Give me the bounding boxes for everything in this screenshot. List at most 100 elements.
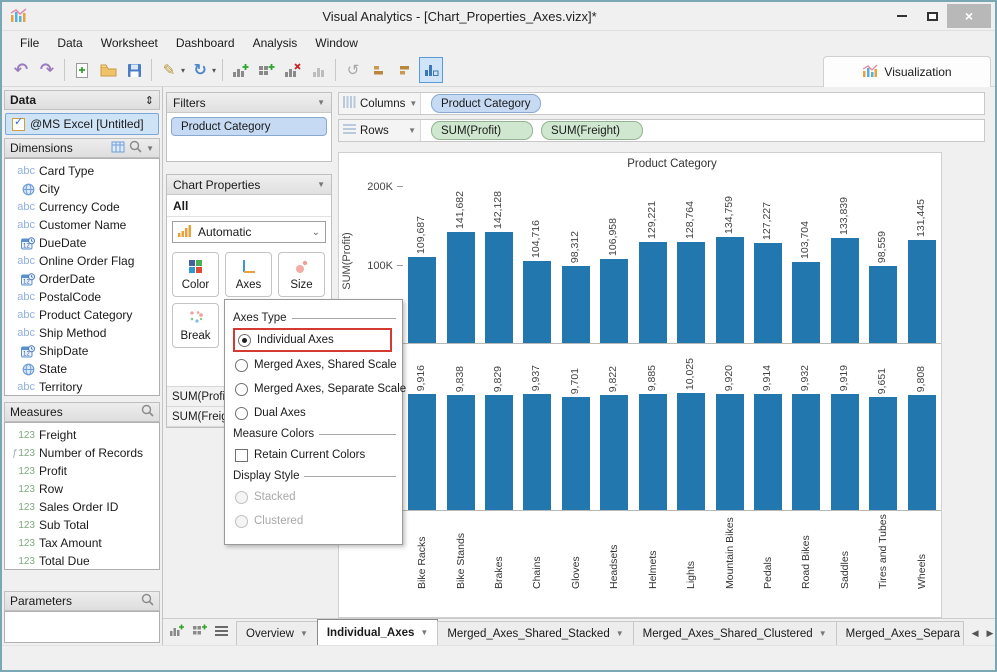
refresh-icon[interactable]: ↻ [188, 57, 212, 83]
axes-button[interactable]: Axes [225, 252, 272, 297]
chevron-down-icon[interactable]: ▼ [317, 180, 325, 189]
bar[interactable] [485, 232, 513, 343]
close-button[interactable]: × [947, 4, 991, 28]
sort-descending-icon[interactable] [393, 57, 417, 83]
search-icon[interactable] [141, 593, 154, 609]
bar[interactable] [600, 395, 628, 510]
chevron-down-icon[interactable]: ▼ [819, 629, 827, 638]
menu-window[interactable]: Window [307, 33, 366, 53]
bar[interactable] [754, 394, 782, 510]
swap-axes-icon[interactable]: ↺ [341, 57, 365, 83]
dimension-item-territory[interactable]: abcTerritory [5, 378, 159, 396]
pill-product-category[interactable]: Product Category [431, 94, 541, 113]
tabs-scroll-right-icon[interactable]: ▶ [987, 628, 994, 639]
category-label[interactable]: Bike Racks [416, 511, 428, 593]
chart-type-select[interactable]: Automatic ⌄ [172, 221, 326, 243]
bar[interactable] [600, 259, 628, 343]
category-label[interactable]: Mountain Bikes [724, 511, 736, 593]
bar[interactable] [523, 261, 551, 343]
tab-merged-axes-shared-stacked[interactable]: Merged_Axes_Shared_Stacked▼ [437, 621, 633, 645]
menu-file[interactable]: File [12, 33, 47, 53]
category-label[interactable]: Headsets [608, 511, 620, 593]
menu-data[interactable]: Data [49, 33, 90, 53]
bar[interactable] [869, 266, 897, 343]
add-dashboard-icon[interactable] [192, 623, 208, 641]
dimension-item-customer-name[interactable]: abcCustomer Name [5, 216, 159, 234]
bar[interactable] [447, 395, 475, 510]
minimize-button[interactable] [887, 4, 917, 28]
category-label[interactable]: Pedals [762, 511, 774, 593]
search-icon[interactable] [129, 140, 142, 156]
bar[interactable] [562, 266, 590, 343]
option-merged-axes-shared-scale[interactable]: Merged Axes, Shared Scale [233, 354, 396, 376]
measure-item-sales-order-id[interactable]: 123Sales Order ID [5, 498, 159, 516]
bar[interactable] [716, 394, 744, 510]
search-icon[interactable] [141, 404, 154, 420]
chevron-down-icon[interactable]: ▼ [146, 144, 154, 153]
chevron-down-icon[interactable]: ▼ [300, 629, 308, 638]
bar[interactable] [908, 395, 936, 510]
measure-item-number-of-records[interactable]: ƒ123Number of Records [5, 444, 159, 462]
category-label[interactable]: Bike Stands [455, 511, 467, 593]
bar[interactable] [754, 243, 782, 343]
measure-item-row[interactable]: 123Row [5, 480, 159, 498]
dimension-item-duedate[interactable]: 12DueDate [5, 234, 159, 252]
category-label[interactable]: Helmets [647, 511, 659, 593]
tab-merged-axes-separa[interactable]: Merged_Axes_Separa [836, 621, 964, 645]
bar[interactable] [639, 394, 667, 510]
sort-ascending-icon[interactable] [367, 57, 391, 83]
chevron-down-icon[interactable]: ▼ [408, 126, 416, 135]
dimension-item-online-order-flag[interactable]: abcOnline Order Flag [5, 252, 159, 270]
view-data-icon[interactable] [111, 141, 125, 156]
undo-icon[interactable]: ↶ [9, 57, 33, 83]
bar[interactable] [447, 232, 475, 343]
menu-analysis[interactable]: Analysis [245, 33, 306, 53]
pill-sum-freight[interactable]: SUM(Freight) [541, 121, 643, 140]
option-retain-current-colors[interactable]: Retain Current Colors [233, 444, 396, 466]
new-document-icon[interactable] [70, 57, 94, 83]
chevron-down-icon[interactable]: ▼ [317, 98, 325, 107]
dimension-item-card-type[interactable]: abcCard Type [5, 162, 159, 180]
bar[interactable] [831, 394, 859, 510]
dimension-item-ship-method[interactable]: abcShip Method [5, 324, 159, 342]
pill-product-category[interactable]: Product Category [171, 117, 327, 136]
tabs-scroll-left-icon[interactable]: ◀ [972, 628, 979, 639]
open-file-icon[interactable] [96, 57, 120, 83]
tab-merged-axes-shared-clustered[interactable]: Merged_Axes_Shared_Clustered▼ [633, 621, 837, 645]
category-label[interactable]: Lights [685, 511, 697, 593]
bar[interactable] [831, 238, 859, 343]
option-dual-axes[interactable]: Dual Axes [233, 402, 396, 424]
collapse-expand-icon[interactable]: ⇕ [145, 94, 154, 107]
bar[interactable] [408, 257, 436, 343]
category-label[interactable]: Gloves [570, 511, 582, 593]
bar[interactable] [716, 237, 744, 343]
worksheet-list-icon[interactable] [215, 624, 228, 641]
chart-placeholder-icon[interactable] [306, 57, 330, 83]
bar[interactable] [562, 397, 590, 510]
remove-chart-icon[interactable] [280, 57, 304, 83]
rows-shelf-label[interactable]: Rows ▼ [339, 120, 421, 141]
category-label[interactable]: Chains [531, 511, 543, 593]
visualization-tab[interactable]: Visualization [823, 56, 991, 87]
chevron-down-icon[interactable]: ▼ [409, 99, 417, 108]
format-painter-icon[interactable]: ✎ [157, 57, 181, 83]
color-button[interactable]: Color [172, 252, 219, 297]
menu-dashboard[interactable]: Dashboard [168, 33, 243, 53]
chevron-down-icon[interactable]: ▼ [420, 628, 428, 637]
bar[interactable] [908, 240, 936, 343]
add-chart-icon[interactable] [228, 57, 252, 83]
chevron-down-icon[interactable]: ▼ [616, 629, 624, 638]
chevron-down-icon[interactable]: ▾ [212, 66, 216, 75]
bar[interactable] [485, 395, 513, 510]
columns-shelf-label[interactable]: Columns ▼ [339, 93, 421, 114]
measure-item-sub-total[interactable]: 123Sub Total [5, 516, 159, 534]
bar[interactable] [639, 242, 667, 343]
option-merged-axes-separate-scale[interactable]: Merged Axes, Separate Scale [233, 378, 396, 400]
dimension-item-city[interactable]: City [5, 180, 159, 198]
dimension-item-postalcode[interactable]: abcPostalCode [5, 288, 159, 306]
maximize-button[interactable] [917, 4, 947, 28]
measure-item-tax-amount[interactable]: 123Tax Amount [5, 534, 159, 552]
data-source-item[interactable]: @MS Excel [Untitled] [5, 113, 159, 135]
show-labels-icon[interactable] [419, 57, 443, 83]
dimension-item-orderdate[interactable]: 12OrderDate [5, 270, 159, 288]
